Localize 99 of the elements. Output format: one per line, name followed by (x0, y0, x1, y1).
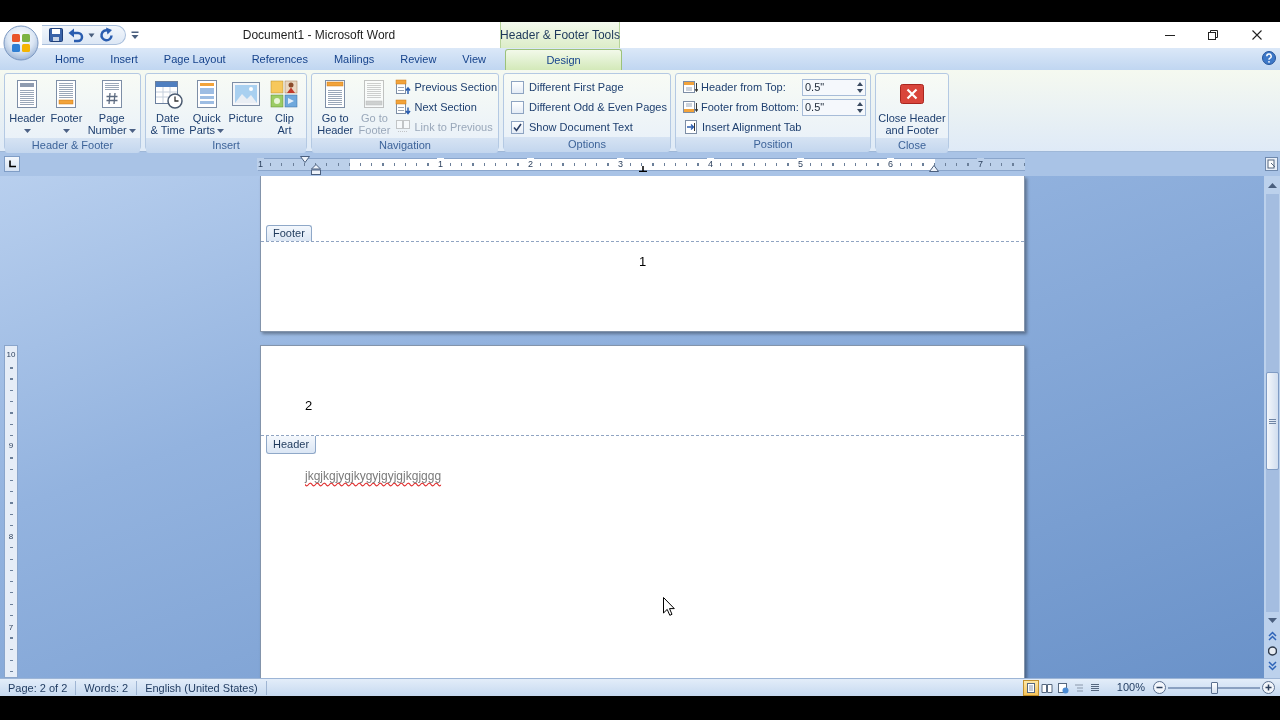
group-label: Position (676, 137, 870, 152)
section-up-arrow-icon (395, 79, 412, 95)
view-ruler-icon[interactable] (1265, 157, 1278, 171)
web-page-icon (1056, 681, 1069, 694)
header-distance-icon (682, 79, 698, 95)
checkbox[interactable] (511, 120, 524, 134)
restore-icon (1207, 30, 1218, 40)
page-count[interactable]: Page: 2 of 2 (0, 680, 77, 695)
clip-art-button[interactable]: Clip Art (265, 77, 304, 138)
ribbon-tab[interactable]: References (238, 49, 321, 70)
group-label: Options (504, 137, 670, 152)
double-down-chevron-icon[interactable] (1267, 660, 1277, 671)
group-label: Insert (146, 138, 306, 153)
footer-distance-icon (682, 99, 698, 115)
caret-icon[interactable] (88, 32, 95, 38)
ribbon-tab[interactable]: View (449, 49, 499, 70)
ruler-number: 4 (707, 157, 714, 170)
linked-pages-icon (395, 119, 412, 135)
save-icon[interactable] (48, 27, 64, 43)
footer-button[interactable]: Footer (47, 77, 86, 138)
header-tab-label: Header (266, 436, 317, 454)
left-indent-marker-icon[interactable] (311, 163, 321, 175)
next-section-button[interactable]: Next Section (394, 97, 498, 117)
ruler-number: 6 (887, 157, 894, 170)
word-count[interactable]: Words: 2 (76, 680, 138, 695)
close-icon (1252, 30, 1262, 40)
checkbox[interactable] (511, 100, 524, 114)
zoom-in-icon[interactable] (1262, 681, 1275, 694)
alignment-tab-icon (683, 119, 699, 135)
check-icon (513, 122, 522, 132)
repeat-icon[interactable] (99, 27, 115, 43)
window-title: Document1 - Microsoft Word (242, 27, 396, 44)
caret-icon (62, 129, 70, 133)
zoom-level[interactable]: 100% (1116, 679, 1145, 696)
center-tab-stop-icon[interactable] (639, 165, 647, 172)
picture-button[interactable]: Picture (226, 77, 265, 138)
body-text: jkgjkgjygjkygyjgyjgjkgjggg (303, 469, 443, 483)
ruler-number: 5 (797, 157, 804, 170)
office-button[interactable] (3, 25, 39, 61)
mouse-pointer-icon (663, 597, 675, 616)
page-number-button[interactable]: Page Number (85, 77, 138, 138)
header-text: 2 (305, 398, 313, 413)
caret-icon (217, 129, 225, 134)
ribbon-tab[interactable]: Mailings (320, 49, 388, 70)
zoom-slider-thumb[interactable] (1210, 681, 1218, 694)
checkbox-label[interactable]: Different Odd & Even Pages (529, 98, 667, 116)
undo-icon[interactable] (68, 27, 84, 43)
print-layout-button[interactable] (1022, 679, 1039, 696)
ruler-number: 2 (527, 157, 534, 170)
insert-alignment-tab-button[interactable]: Insert Alignment Tab (682, 117, 866, 137)
ruler-number: 7 (977, 157, 984, 170)
group-label: Header & Footer (5, 138, 140, 153)
checkbox-label[interactable]: Different First Page (529, 78, 624, 96)
clip-art-tiles-icon (268, 77, 301, 110)
scroll-up-arrow-icon[interactable] (1267, 182, 1277, 188)
ribbon-tab[interactable]: Insert (97, 49, 151, 70)
double-up-chevron-icon[interactable] (1267, 630, 1277, 641)
caret-icon (23, 129, 31, 133)
ruler-number: 10 (5, 350, 17, 360)
caret-icon (128, 129, 136, 134)
lines-icon (1088, 681, 1101, 694)
tab-selector-button[interactable] (4, 156, 20, 172)
ruler-number: 1 (257, 157, 264, 170)
date-time-button[interactable]: Date & Time (148, 77, 187, 138)
help-icon[interactable] (1262, 51, 1276, 65)
spinner-label: Footer from Bottom: (701, 99, 800, 115)
scrollbar-thumb[interactable] (1265, 372, 1279, 470)
go-to-header-button[interactable]: Go to Header (316, 77, 355, 138)
footer-text: 1 (638, 254, 647, 269)
customize-toolbar-icon[interactable] (131, 30, 139, 40)
language-indicator[interactable]: English (United States) (137, 680, 267, 695)
contextual-tab-group-label: Header & Footer Tools (500, 22, 620, 48)
page-icon (1024, 681, 1037, 694)
grip-icon (1268, 418, 1276, 424)
close-icon (899, 82, 925, 105)
spinner-label: Header from Top: (701, 79, 787, 95)
previous-section-button[interactable]: Previous Section (394, 77, 498, 97)
ribbon-tab[interactable]: Review (387, 49, 450, 70)
checkbox[interactable] (511, 80, 524, 94)
quick-parts-button[interactable]: Quick Parts (187, 77, 227, 138)
ribbon-tab[interactable]: Design (505, 49, 622, 70)
left-tab-stop-icon (8, 160, 16, 168)
ribbon-tab[interactable]: Page Layout (150, 49, 239, 70)
scroll-down-arrow-icon[interactable] (1267, 617, 1277, 623)
header-button[interactable]: Header (7, 77, 48, 138)
right-indent-marker-icon[interactable] (929, 164, 939, 172)
close-header-footer-button[interactable]: Close Header and Footer (876, 77, 948, 138)
footer-tab-label: Footer (266, 225, 312, 241)
zoom-slider-track[interactable] (1168, 681, 1260, 694)
open-book-icon (1040, 681, 1053, 694)
group-label: Navigation (312, 138, 498, 153)
ribbon-tab[interactable]: Home (42, 49, 98, 70)
checkbox-label[interactable]: Show Document Text (529, 118, 633, 136)
group-label: Close (876, 138, 948, 153)
section-down-arrow-icon (395, 99, 412, 115)
ruler-number: 1 (437, 157, 444, 170)
indented-lines-icon (1072, 681, 1085, 694)
ruler-number: 3 (617, 157, 624, 170)
zoom-out-icon[interactable] (1153, 681, 1166, 694)
